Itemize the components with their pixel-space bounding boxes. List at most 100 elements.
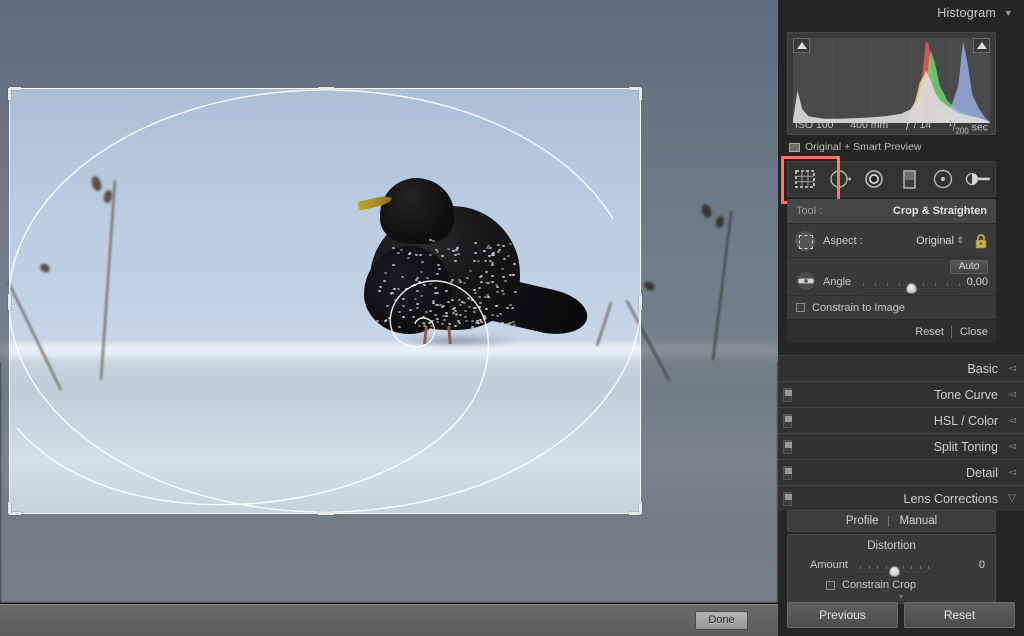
- image-toolbar: Done: [0, 603, 778, 636]
- red-eye-tool[interactable]: [861, 166, 887, 192]
- constrain-crop-checkbox[interactable]: [826, 581, 835, 590]
- image-stage: Done: [0, 0, 778, 636]
- develop-right-panel: Histogram ▼ ISO 100 400 mm ƒ / 14 1/200 …: [778, 0, 1024, 636]
- amount-slider-knob[interactable]: [889, 566, 900, 577]
- constrain-crop-label: Constrain Crop: [842, 579, 916, 591]
- section-label: HSL / Color: [934, 408, 998, 434]
- section-label: Detail: [966, 460, 998, 486]
- lens-corrections-tabs: Profile Manual: [787, 510, 996, 532]
- section-label: Split Toning: [934, 434, 998, 460]
- section-enable-switch[interactable]: [783, 414, 792, 428]
- lens-tabs-separator: [888, 516, 889, 527]
- highlight-clipping-indicator[interactable]: [973, 38, 990, 53]
- previous-button[interactable]: Previous: [787, 602, 898, 628]
- crop-tool-highlight-tail: [781, 198, 784, 204]
- photo-viewport[interactable]: [0, 0, 778, 603]
- smart-preview-label: Original + Smart Preview: [805, 141, 921, 153]
- angle-slider[interactable]: [863, 283, 959, 293]
- graduated-filter-tool[interactable]: [896, 166, 922, 192]
- photo: [0, 0, 778, 603]
- distortion-amount-slider[interactable]: [860, 566, 928, 576]
- lens-corrections-body: Profile Manual Distortion Amount 0 Const…: [787, 510, 996, 604]
- chevron-down-icon[interactable]: ▼: [1004, 0, 1013, 26]
- section-hsl-color[interactable]: HSL / Color ◅: [778, 407, 1024, 433]
- histogram-title: Histogram: [937, 6, 996, 20]
- bird-head: [380, 178, 454, 244]
- exif-shutter-speed: 1/200 sec: [948, 119, 988, 135]
- tool-value[interactable]: Crop & Straighten: [893, 199, 987, 223]
- distortion-amount-value[interactable]: 0: [979, 559, 985, 571]
- lightroom-develop-window: Done Histogram ▼ ISO 100 400 mm ƒ / 14 1…: [0, 0, 1024, 636]
- constrain-to-image-checkbox[interactable]: [796, 303, 805, 312]
- panel-bottom-buttons: Previous Reset: [787, 602, 1015, 628]
- smart-preview-status: Original + Smart Preview: [787, 140, 996, 155]
- section-detail[interactable]: Detail ◅: [778, 459, 1024, 485]
- section-collapse-icon[interactable]: ◅: [1008, 356, 1016, 382]
- exif-focal-length: 400 mm: [850, 119, 888, 135]
- auto-angle-button[interactable]: Auto: [950, 260, 988, 274]
- bird-shadow: [392, 334, 522, 348]
- smart-preview-icon: [789, 143, 800, 152]
- aspect-value[interactable]: Original: [916, 224, 954, 258]
- aspect-stepper-icon[interactable]: ⇕: [956, 236, 964, 245]
- plumage-spot: [487, 327, 490, 329]
- section-collapse-icon[interactable]: ▽: [1008, 486, 1016, 512]
- straighten-level-icon[interactable]: [795, 272, 817, 290]
- section-collapse-icon[interactable]: ◅: [1008, 382, 1016, 408]
- histogram-header[interactable]: Histogram ▼: [778, 0, 1024, 26]
- reset-button[interactable]: Reset: [904, 602, 1015, 628]
- starling-bird: [352, 168, 572, 358]
- histogram-plot[interactable]: [793, 38, 990, 123]
- crop-straighten-panel: Tool : Crop & Straighten Aspect : Origin…: [787, 199, 996, 343]
- section-enable-switch[interactable]: [783, 492, 792, 506]
- tool-label: Tool :: [796, 205, 822, 217]
- exif-info: ISO 100 400 mm ƒ / 14 1/200 sec: [787, 119, 996, 135]
- histogram-svg: [793, 38, 990, 123]
- lock-icon[interactable]: [974, 233, 988, 249]
- angle-label: Angle: [823, 276, 851, 288]
- distortion-title: Distortion: [788, 535, 995, 557]
- section-lens-corrections[interactable]: Lens Corrections ▽: [778, 485, 1024, 511]
- exif-aperture: ƒ / 14: [905, 119, 931, 135]
- section-label: Tone Curve: [934, 382, 998, 408]
- crop-actions-separator: [951, 326, 952, 338]
- section-tone-curve[interactable]: Tone Curve ◅: [778, 381, 1024, 407]
- constrain-crop-row[interactable]: Constrain Crop: [842, 579, 916, 591]
- crop-actions-row: Reset Close: [787, 319, 996, 343]
- tab-profile[interactable]: Profile: [846, 515, 879, 527]
- crop-close-button[interactable]: Close: [960, 320, 988, 344]
- plumage-spot: [507, 327, 510, 329]
- section-enable-switch[interactable]: [783, 466, 792, 480]
- section-enable-switch[interactable]: [783, 388, 792, 402]
- panel-sections: Basic ◅ Tone Curve ◅ HSL / Color ◅ Split Tonin…: [778, 355, 1024, 511]
- crop-reset-button[interactable]: Reset: [915, 320, 944, 344]
- shadow-clipping-indicator[interactable]: [793, 38, 810, 53]
- panel-collapse-arrow-icon[interactable]: ▾: [778, 592, 1024, 601]
- radial-filter-tool[interactable]: [930, 166, 956, 192]
- distortion-amount-label: Amount: [810, 559, 848, 571]
- angle-slider-knob[interactable]: [906, 283, 917, 294]
- constrain-to-image-label: Constrain to Image: [812, 296, 905, 320]
- section-label: Lens Corrections: [904, 486, 999, 512]
- spot-removal-tool[interactable]: [827, 166, 853, 192]
- exif-iso: ISO 100: [795, 119, 834, 135]
- adjustment-brush-tool[interactable]: [965, 166, 991, 192]
- angle-value[interactable]: 0,00: [967, 276, 988, 288]
- plumage-spot: [429, 328, 432, 330]
- constrain-to-image-row[interactable]: Constrain to Image: [787, 295, 996, 319]
- crop-overlay-tool[interactable]: [792, 166, 818, 192]
- done-button[interactable]: Done: [695, 611, 748, 630]
- snow-region: [0, 344, 778, 603]
- tab-manual[interactable]: Manual: [899, 515, 937, 527]
- section-collapse-icon[interactable]: ◅: [1008, 408, 1016, 434]
- tool-strip: [787, 161, 996, 197]
- section-collapse-icon[interactable]: ◅: [1008, 460, 1016, 486]
- aspect-label: Aspect :: [823, 224, 863, 258]
- section-collapse-icon[interactable]: ◅: [1008, 434, 1016, 460]
- plumage-spot: [503, 324, 506, 326]
- section-enable-switch[interactable]: [783, 440, 792, 454]
- section-split-toning[interactable]: Split Toning ◅: [778, 433, 1024, 459]
- crop-frame-icon[interactable]: [795, 231, 815, 251]
- aspect-row: Aspect : Original ⇕: [787, 223, 996, 257]
- section-basic[interactable]: Basic ◅: [778, 355, 1024, 381]
